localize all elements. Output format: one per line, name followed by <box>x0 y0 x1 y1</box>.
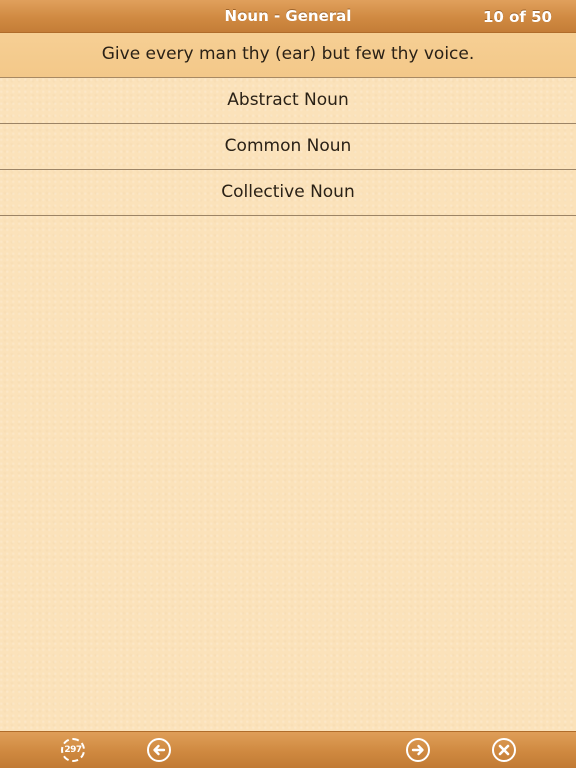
answer-options: Abstract Noun Common Noun Collective Nou… <box>0 78 576 216</box>
question-counter: 10 of 50 <box>482 8 552 26</box>
close-icon[interactable] <box>492 738 516 762</box>
option-abstract-noun[interactable]: Abstract Noun <box>0 78 576 124</box>
count-badge-icon[interactable]: 297 <box>61 738 85 762</box>
question-text: Give every man thy (ear) but few thy voi… <box>0 33 576 78</box>
option-common-noun[interactable]: Common Noun <box>0 124 576 170</box>
count-badge-label: 297 <box>64 745 82 755</box>
arrow-left-icon[interactable] <box>147 738 171 762</box>
arrow-right-icon[interactable] <box>406 738 430 762</box>
top-bar: Noun - General 10 of 50 <box>0 0 576 33</box>
option-collective-noun[interactable]: Collective Noun <box>0 170 576 216</box>
bottom-toolbar: 297 <box>0 731 576 768</box>
